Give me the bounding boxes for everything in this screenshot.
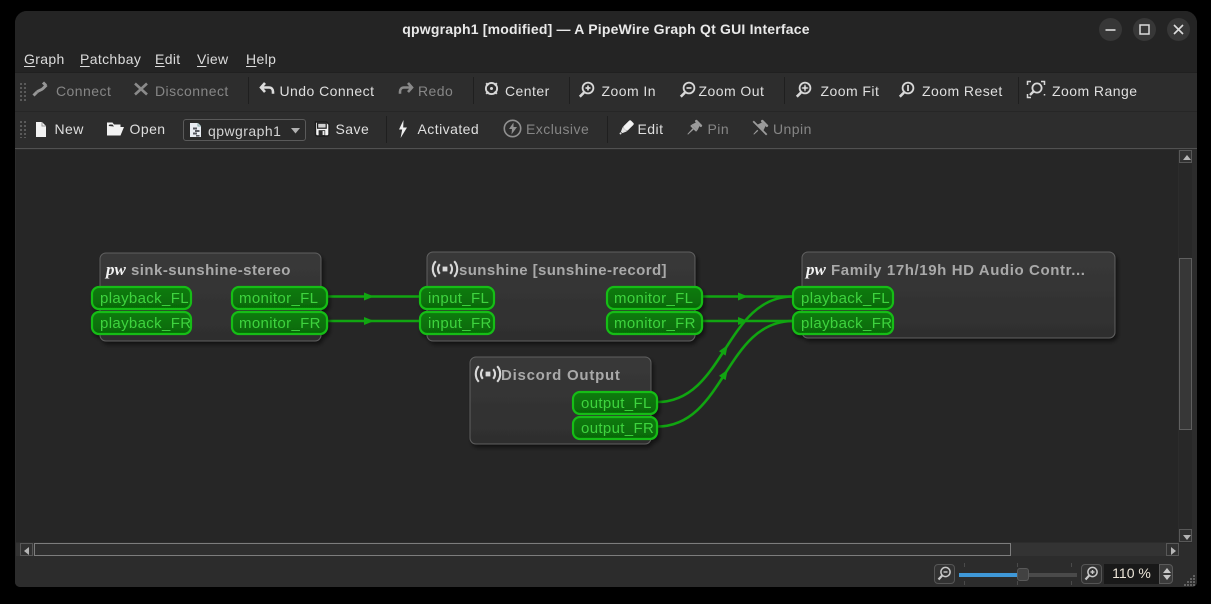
- svg-text:playback_FR: playback_FR: [100, 315, 191, 332]
- svg-text:pw: pw: [804, 260, 827, 279]
- svg-text:pw: pw: [104, 260, 127, 279]
- svg-text:input_FL: input_FL: [428, 290, 489, 307]
- svg-text:playback_FL: playback_FL: [100, 290, 189, 307]
- svg-text:monitor_FL: monitor_FL: [614, 290, 693, 307]
- svg-text:input_FR: input_FR: [428, 315, 492, 332]
- svg-text:monitor_FL: monitor_FL: [239, 290, 318, 307]
- svg-text:output_FR: output_FR: [581, 420, 654, 437]
- svg-text:playback_FL: playback_FL: [801, 290, 890, 307]
- svg-text:sink-sunshine-stereo: sink-sunshine-stereo: [131, 262, 291, 279]
- svg-text:playback_FR: playback_FR: [801, 315, 892, 332]
- svg-text:Discord Output: Discord Output: [501, 367, 621, 384]
- svg-text:output_FL: output_FL: [581, 395, 652, 412]
- svg-text:monitor_FR: monitor_FR: [614, 315, 696, 332]
- svg-text:monitor_FR: monitor_FR: [239, 315, 321, 332]
- svg-text:sunshine [sunshine-record]: sunshine [sunshine-record]: [459, 262, 667, 279]
- svg-text:Family 17h/19h HD Audio Contr.: Family 17h/19h HD Audio Contr...: [831, 262, 1086, 279]
